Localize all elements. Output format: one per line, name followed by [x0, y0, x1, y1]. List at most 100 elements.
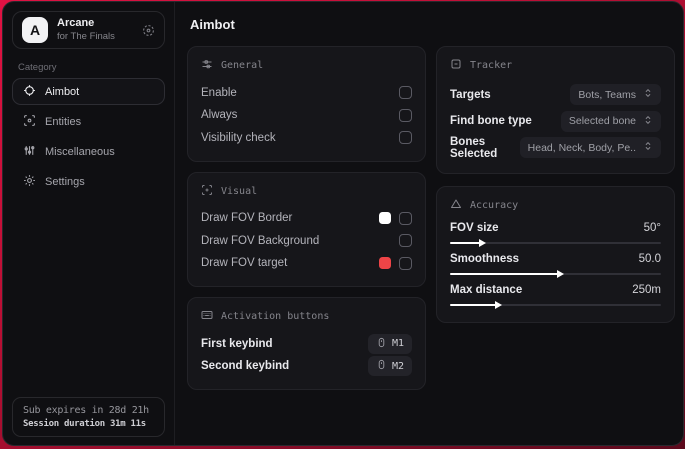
- card-title: Visual: [221, 185, 258, 197]
- sidebar-item-miscellaneous[interactable]: Miscellaneous: [12, 138, 165, 165]
- setting-row-find-bone-type: Find bone type Selected bone: [450, 109, 661, 135]
- mouse-icon: [376, 359, 387, 373]
- dropdown-value: Selected bone: [568, 115, 636, 128]
- fov-size-value: 50°: [643, 221, 661, 234]
- setting-row-bones-selected: Bones Selected Head, Neck, Body, Pe..: [450, 135, 661, 161]
- app-header: A Arcane for The Finals: [12, 11, 165, 49]
- visual-card: Visual Draw FOV Border Draw FOV Backgrou…: [187, 171, 426, 287]
- find-bone-type-dropdown[interactable]: Selected bone: [560, 110, 661, 132]
- sidebar-item-aimbot[interactable]: Aimbot: [12, 78, 165, 105]
- setting-label: Draw FOV target: [201, 257, 288, 270]
- setting-row-fov-border: Draw FOV Border: [201, 208, 412, 230]
- card-title: Tracker: [470, 60, 513, 71]
- first-keybind-button[interactable]: M1: [367, 333, 412, 354]
- fov-size-setting: FOV size 50°: [450, 221, 661, 247]
- max-distance-value: 250m: [632, 283, 661, 296]
- setting-label: First keybind: [201, 337, 273, 350]
- main-content: Aimbot General Enable Always Visibility …: [175, 2, 683, 445]
- mouse-icon: [376, 337, 387, 351]
- slider-thumb[interactable]: [478, 238, 486, 247]
- setting-label: Draw FOV Background: [201, 234, 320, 247]
- sidebar-item-entities[interactable]: Entities: [12, 108, 165, 135]
- second-keybind-button[interactable]: M2: [367, 356, 412, 377]
- keybind-value: M1: [391, 338, 404, 350]
- page-title: Aimbot: [190, 17, 235, 32]
- max-distance-slider[interactable]: [450, 300, 661, 309]
- smoothness-slider[interactable]: [450, 269, 661, 278]
- fov-size-slider[interactable]: [450, 238, 661, 247]
- visibility-check-checkbox[interactable]: [399, 131, 412, 145]
- slider-label: Max distance: [450, 283, 523, 296]
- chevrons-up-down-icon: [643, 88, 653, 101]
- fov-target-color-swatch[interactable]: [379, 257, 391, 270]
- setting-label: Targets: [450, 88, 491, 101]
- app-window: A Arcane for The Finals Category Aimbot: [2, 1, 684, 446]
- setting-row-always: Always: [201, 105, 412, 127]
- chevrons-up-down-icon: [643, 141, 653, 154]
- slider-thumb[interactable]: [495, 300, 503, 309]
- scan-eye-icon: [23, 114, 36, 130]
- slider-thumb[interactable]: [556, 269, 564, 278]
- bones-selected-dropdown[interactable]: Head, Neck, Body, Pe..: [519, 137, 661, 159]
- setting-label: Find bone type: [450, 115, 532, 128]
- setting-label: Always: [201, 109, 238, 122]
- setting-row-fov-target: Draw FOV target: [201, 253, 412, 275]
- app-logo: A: [22, 17, 48, 43]
- max-distance-setting: Max distance 250m: [450, 283, 661, 309]
- category-label: Category: [18, 62, 57, 73]
- keybind-value: M2: [391, 360, 404, 372]
- sidebar-nav: Aimbot Entities Miscellaneous Settings: [3, 78, 174, 195]
- dropdown-value: Bots, Teams: [578, 88, 636, 101]
- slider-label: FOV size: [450, 221, 499, 234]
- setting-label: Bones Selected: [450, 135, 498, 160]
- sidebar-item-settings[interactable]: Settings: [12, 168, 165, 195]
- smoothness-setting: Smoothness 50.0: [450, 252, 661, 278]
- sidebar: A Arcane for The Finals Category Aimbot: [3, 2, 175, 445]
- keyboard-icon: [201, 309, 213, 324]
- app-subtitle: for The Finals: [57, 30, 115, 42]
- triangle-icon: [450, 198, 462, 213]
- card-title: General: [221, 60, 264, 71]
- chevrons-up-down-icon: [643, 115, 653, 128]
- slider-label: Smoothness: [450, 252, 520, 265]
- sliders-icon: [23, 144, 36, 160]
- general-card: General Enable Always Visibility check: [187, 46, 426, 162]
- setting-row-visibility-check: Visibility check: [201, 127, 412, 149]
- setting-row-second-keybind: Second keybind M2: [201, 356, 412, 378]
- fov-border-checkbox[interactable]: [399, 211, 412, 225]
- setting-row-enable: Enable: [201, 82, 412, 104]
- setting-label: Visibility check: [201, 131, 276, 144]
- scan-plus-icon: [201, 184, 213, 199]
- targets-dropdown[interactable]: Bots, Teams: [570, 84, 661, 106]
- left-column: General Enable Always Visibility check V…: [187, 46, 426, 390]
- session-duration-text: Session duration 31m 11s: [23, 419, 146, 429]
- sliders-horizontal-icon: [201, 58, 213, 73]
- fov-target-checkbox[interactable]: [399, 256, 412, 270]
- activation-card: Activation buttons First keybind M1 Seco…: [187, 297, 426, 390]
- subscription-status: Sub expires in 28d 21h Session duration …: [12, 397, 165, 437]
- sidebar-item-label: Aimbot: [45, 85, 80, 98]
- sidebar-item-label: Settings: [45, 175, 85, 188]
- crosshair-icon: [23, 84, 36, 100]
- sub-expiry-text: Sub expires in 28d 21h: [23, 405, 149, 416]
- fov-background-checkbox[interactable]: [399, 234, 412, 248]
- always-checkbox[interactable]: [399, 108, 412, 122]
- setting-row-first-keybind: First keybind M1: [201, 333, 412, 355]
- sidebar-item-label: Miscellaneous: [45, 145, 115, 158]
- card-title: Activation buttons: [221, 311, 330, 322]
- fov-border-color-swatch[interactable]: [379, 212, 391, 225]
- setting-label: Draw FOV Border: [201, 212, 293, 225]
- app-title-block: Arcane for The Finals: [57, 17, 115, 43]
- smoothness-value: 50.0: [638, 252, 661, 265]
- frame-minus-icon: [450, 58, 462, 73]
- accuracy-card: Accuracy FOV size 50° Smoothness 50.0 Ma…: [436, 185, 675, 323]
- enable-checkbox[interactable]: [399, 86, 412, 100]
- card-title: Accuracy: [470, 199, 519, 211]
- unload-icon[interactable]: [142, 24, 155, 37]
- gear-icon: [23, 174, 36, 190]
- app-name: Arcane: [57, 17, 95, 30]
- setting-label: Second keybind: [201, 360, 290, 373]
- setting-row-fov-background: Draw FOV Background: [201, 230, 412, 252]
- setting-row-targets: Targets Bots, Teams: [450, 82, 661, 108]
- tracker-card: Tracker Targets Bots, Teams Find bone ty…: [436, 46, 675, 174]
